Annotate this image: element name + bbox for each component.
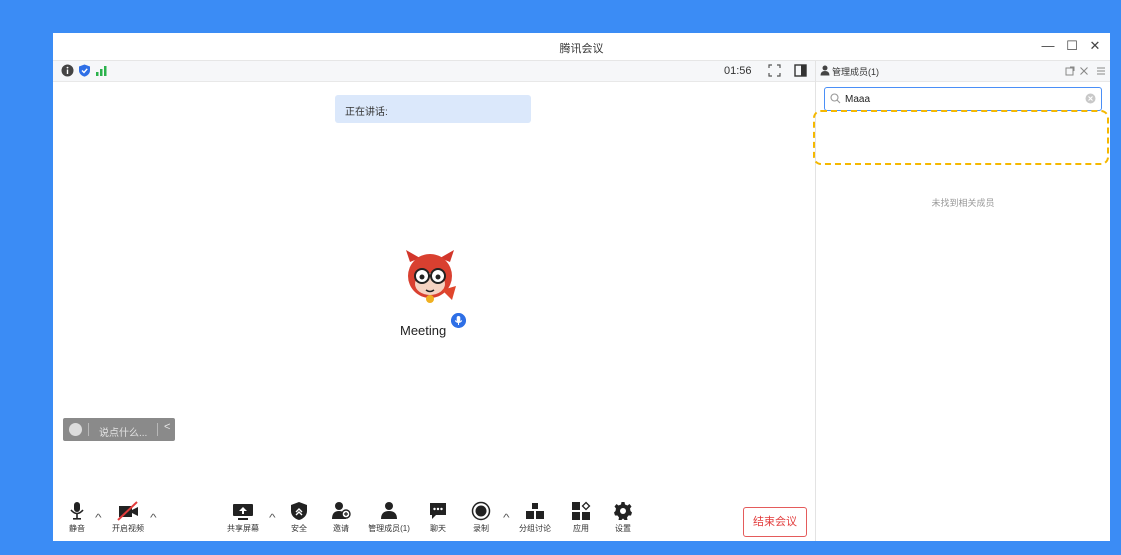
quick-chat-input[interactable]: 说点什么... < — [63, 418, 175, 441]
panel-title: 管理成员(1) — [832, 67, 879, 77]
settings-button[interactable]: 设置 — [610, 501, 636, 534]
search-icon — [830, 93, 841, 104]
apps-button[interactable]: 应用 — [568, 501, 594, 534]
members-icon — [381, 502, 397, 519]
layout-icon[interactable] — [794, 64, 807, 77]
chat-placeholder[interactable]: 说点什么... — [99, 424, 147, 439]
shield-icon[interactable] — [78, 64, 91, 77]
search-highlight-box — [813, 110, 1109, 165]
microphone-icon — [70, 502, 84, 520]
member-search-box[interactable] — [824, 87, 1102, 111]
panel-header: 管理成员(1) — [816, 61, 1110, 82]
chevron-up-icon[interactable]: ^ — [95, 513, 102, 524]
participant-name: Meeting — [400, 323, 447, 338]
popout-icon[interactable] — [1065, 66, 1075, 76]
settings-label: 设置 — [615, 524, 631, 533]
share-screen-icon — [233, 504, 253, 520]
person-icon — [820, 65, 830, 76]
record-button[interactable]: 录制 — [468, 501, 494, 534]
meeting-window: 腾讯会议 — ☐ ✕ 01:56 正在讲话: Meeting 说点什么... <… — [53, 33, 1110, 541]
chat-label: 聊天 — [430, 524, 446, 533]
mute-label: 静音 — [69, 524, 85, 533]
chat-button[interactable]: 聊天 — [425, 501, 451, 534]
member-search-input[interactable] — [843, 90, 1087, 108]
signal-icon[interactable] — [95, 64, 108, 77]
clear-icon[interactable] — [1085, 93, 1096, 104]
no-results-text: 未找到相关成员 — [931, 198, 995, 208]
menu-icon[interactable] — [1096, 66, 1106, 76]
chat-icon — [430, 503, 446, 519]
close-button[interactable]: ✕ — [1084, 36, 1106, 56]
end-meeting-button[interactable]: 结束会议 — [743, 507, 807, 537]
record-icon — [471, 501, 491, 521]
breakout-button[interactable]: 分组讨论 — [515, 501, 555, 534]
manage-members-button[interactable]: 管理成员(1) — [364, 501, 414, 534]
mute-button[interactable]: 静音 — [66, 501, 88, 534]
chevron-up-icon[interactable]: ^ — [269, 513, 276, 524]
apps-label: 应用 — [573, 524, 589, 533]
invite-button[interactable]: 邀请 — [328, 501, 354, 534]
chat-collapse-button[interactable]: < — [164, 421, 170, 433]
title-bar: 腾讯会议 — ☐ ✕ — [53, 33, 1110, 61]
invite-icon — [332, 502, 351, 519]
video-off-icon — [117, 501, 138, 521]
window-title: 腾讯会议 — [559, 43, 604, 55]
chevron-up-icon[interactable]: ^ — [503, 513, 510, 524]
info-icon[interactable] — [61, 64, 74, 77]
avatar — [406, 250, 456, 303]
security-button[interactable]: 安全 — [286, 501, 312, 534]
invite-label: 邀请 — [333, 524, 349, 533]
maximize-button[interactable]: ☐ — [1061, 36, 1083, 56]
chevron-up-icon[interactable]: ^ — [150, 513, 157, 524]
video-label: 开启视频 — [112, 524, 144, 533]
breakout-label: 分组讨论 — [519, 524, 551, 533]
speaking-indicator: 正在讲话: — [335, 95, 531, 123]
share-screen-button[interactable]: 共享屏幕 — [225, 501, 261, 534]
chat-divider — [88, 423, 89, 436]
speaking-label: 正在讲话: — [345, 107, 388, 118]
gear-icon — [614, 502, 632, 520]
breakout-icon — [526, 503, 544, 519]
security-label: 安全 — [291, 524, 307, 533]
minimize-button[interactable]: — — [1037, 36, 1059, 56]
fullscreen-icon[interactable] — [768, 64, 781, 77]
share-label: 共享屏幕 — [227, 524, 259, 533]
record-label: 录制 — [473, 524, 489, 533]
status-bar: 01:56 — [53, 61, 815, 82]
video-button[interactable]: 开启视频 — [108, 501, 148, 534]
chat-divider — [157, 423, 158, 436]
emoji-icon[interactable] — [69, 423, 82, 436]
security-shield-icon — [291, 502, 307, 520]
apps-icon — [572, 501, 591, 520]
meeting-timer: 01:56 — [724, 65, 752, 77]
members-label: 管理成员(1) — [368, 524, 410, 533]
mic-icon — [451, 313, 466, 328]
close-icon[interactable] — [1079, 66, 1089, 76]
meeting-toolbar: 静音 ^ 开启视频 ^ 共享屏幕 ^ 安全 邀请 管理成员(1) 聊天 录制 ^… — [53, 499, 815, 541]
